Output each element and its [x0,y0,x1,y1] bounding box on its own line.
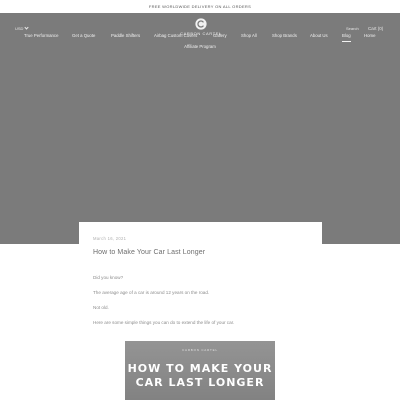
currency-selector[interactable]: USD [15,25,30,31]
featured-image-brand: CARBON CARTEL [182,348,218,352]
cart-link[interactable]: Cart (0) [368,26,383,31]
nav-item-true-performance[interactable]: True Performance [24,33,58,38]
nav-item-shop-all[interactable]: Shop All [241,33,257,38]
chevron-down-icon [24,25,30,30]
site-header: USD CARBON CARTEL Search Cart (0) True P… [0,13,400,57]
nav-item-shop-brands[interactable]: Shop Brands [272,33,297,38]
announcement-text: FREE WORLDWIDE DELIVERY ON ALL ORDERS [148,4,252,9]
post-title: How to Make Your Car Last Longer [93,249,206,256]
nav-item-home[interactable]: Home [364,33,375,38]
nav-item-paddle-shifters[interactable]: Paddle Shifters [111,33,140,38]
post-paragraph: Not old. [93,305,109,310]
post-paragraph: Did you know? [93,275,124,280]
post-paragraph: Here are some simple things you can do t… [93,320,235,325]
nav-item-about-us[interactable]: About Us [310,33,328,38]
nav-item-affiliate-label: Affiliate Program [184,44,216,49]
featured-image-headline-line2: CAR LAST LONGER [135,376,265,389]
nav-item-get-a-quote[interactable]: Get a Quote [72,33,95,38]
nav-item-affiliate-program[interactable]: Affiliate Program [0,44,400,49]
currency-label: USD [15,26,24,31]
post-featured-image: CARBON CARTEL HOW TO MAKE YOUR CAR LAST … [125,341,275,400]
nav-item-blog[interactable]: Blog [342,33,351,42]
featured-image-headline-line1: HOW TO MAKE YOUR [127,362,273,375]
nav-item-airbag-custom-covers[interactable]: Airbag Custom Covers [154,33,197,38]
search-link[interactable]: Search [346,26,359,31]
announcement-bar: FREE WORLDWIDE DELIVERY ON ALL ORDERS [0,0,400,13]
nav-item-gallery[interactable]: Gallery [213,33,227,38]
post-date: March 16, 2021 [93,236,127,241]
post-paragraph: The average age of a car is around 12 ye… [93,290,210,295]
main-nav: True Performance Get a Quote Paddle Shif… [0,33,400,43]
logo-mark-icon [195,18,207,30]
